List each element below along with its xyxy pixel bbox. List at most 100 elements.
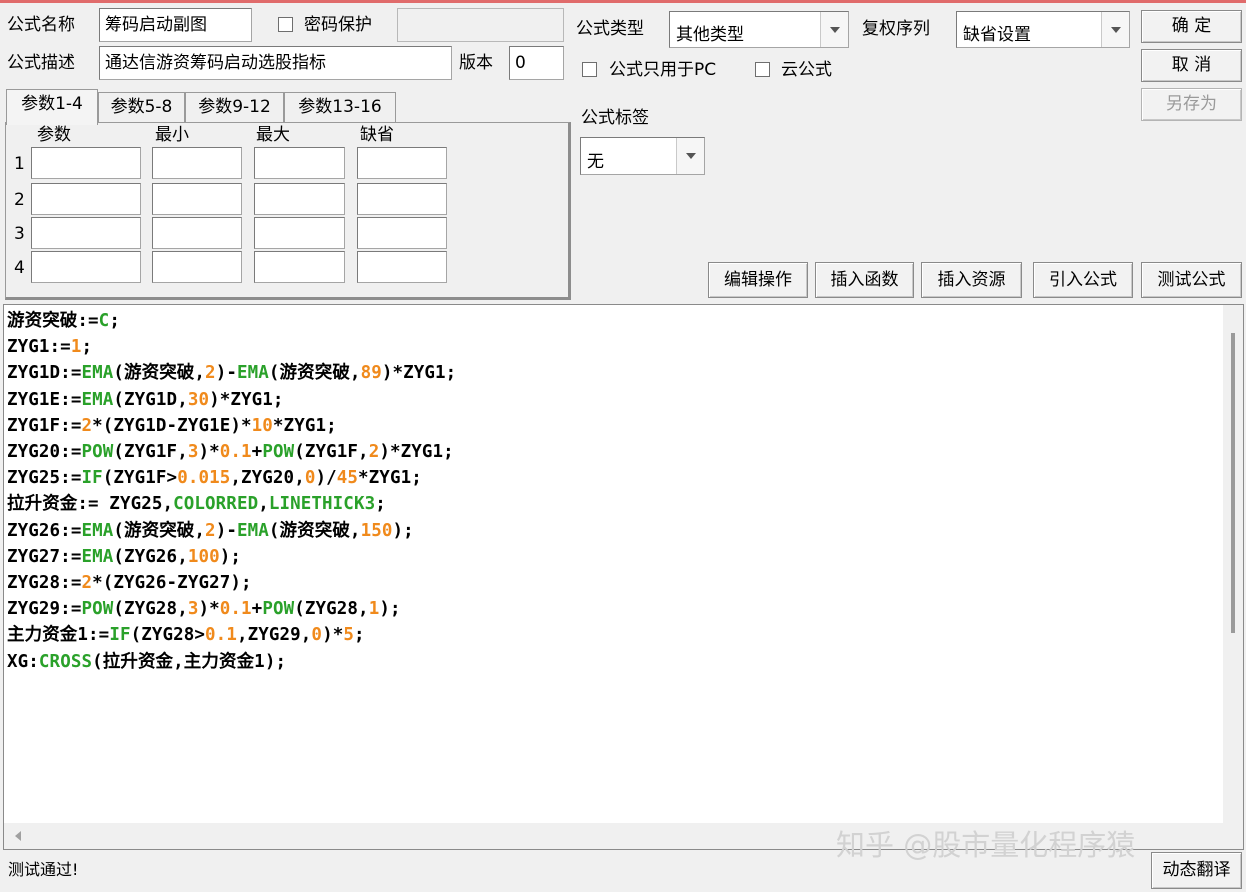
tab-params-13-16[interactable]: 参数13-16	[284, 92, 396, 122]
insert-resource-button[interactable]: 插入资源	[921, 262, 1022, 298]
chevron-down-icon[interactable]	[820, 12, 848, 47]
param-2-max-input[interactable]	[254, 183, 345, 215]
cancel-button[interactable]: 取 消	[1141, 49, 1242, 82]
code-text: *ZYG1;	[358, 468, 422, 489]
code-number: 3	[187, 442, 199, 463]
code-line: ZYG20:=POW(ZYG1F,3)*0.1+POW(ZYG1F,2)*ZYG…	[7, 439, 456, 465]
formula-type-select[interactable]: 其他类型	[669, 11, 849, 48]
formula-code[interactable]: 游资突破:=C; ZYG1:=1; ZYG1D:=EMA(游资突破,2)-EMA(游…	[7, 308, 456, 675]
param-2-name-input[interactable]	[31, 183, 141, 215]
restore-series-select[interactable]: 缺省设置	[956, 11, 1130, 48]
password-input[interactable]	[397, 8, 564, 42]
code-keyword: POW	[81, 442, 114, 463]
code-line: 主力资金1:=IF(ZYG28>0.1,ZYG29,0)*5;	[7, 622, 456, 648]
ok-button[interactable]: 确 定	[1141, 10, 1242, 43]
code-number: 5	[343, 625, 354, 646]
code-text: +	[251, 442, 263, 463]
tab-params-9-12[interactable]: 参数9-12	[185, 92, 284, 122]
param-row-index: 4	[14, 258, 25, 278]
save-as-button[interactable]: 另存为	[1141, 88, 1242, 121]
pc-only-checkbox[interactable]	[582, 62, 597, 77]
formula-tag-select[interactable]: 无	[580, 137, 705, 175]
code-text: (ZYG28,	[113, 599, 188, 620]
version-input[interactable]: 0	[509, 46, 564, 80]
formula-name-label: 公式名称	[7, 15, 75, 35]
param-3-name-input[interactable]	[31, 217, 141, 249]
vertical-scrollbar[interactable]	[1223, 305, 1243, 823]
import-formula-button[interactable]: 引入公式	[1033, 262, 1133, 298]
param-4-min-input[interactable]	[152, 251, 242, 283]
code-text: +	[251, 599, 263, 620]
code-number: 30	[187, 389, 210, 410]
code-text: ZYG1E:=	[7, 389, 82, 410]
param-2-default-input[interactable]	[357, 183, 447, 215]
code-line: ZYG1F:=2*(ZYG1D-ZYG1E)*10*ZYG1;	[7, 413, 456, 439]
password-label: 密码保护	[304, 15, 372, 35]
param-3-default-input[interactable]	[357, 217, 447, 249]
code-keyword: COLORRED	[173, 494, 259, 515]
code-text: *(ZYG26-ZYG27);	[92, 573, 252, 594]
param-row-index: 1	[14, 154, 25, 174]
code-keyword: EMA	[236, 520, 269, 541]
param-row-index: 3	[14, 224, 25, 244]
chevron-down-icon[interactable]	[676, 138, 704, 174]
pc-only-label: 公式只用于PC	[609, 60, 717, 80]
code-text: ;	[109, 311, 120, 331]
param-3-min-input[interactable]	[152, 217, 242, 249]
tab-params-5-8[interactable]: 参数5-8	[98, 92, 185, 122]
code-text: ,ZYG20,	[230, 468, 305, 489]
param-header-max: 最大	[256, 125, 290, 145]
code-text: ;	[81, 337, 93, 358]
formula-type-label: 公式类型	[576, 19, 644, 39]
code-text: (游资突破,	[268, 520, 361, 541]
code-text: (ZYG1D,	[113, 389, 188, 410]
param-2-min-input[interactable]	[152, 183, 242, 215]
code-text: (ZYG1F,	[113, 442, 188, 463]
param-3-max-input[interactable]	[254, 217, 345, 249]
code-number: 2	[205, 363, 216, 384]
test-formula-button[interactable]: 测试公式	[1141, 262, 1242, 298]
param-1-default-input[interactable]	[357, 147, 447, 179]
scrollbar-thumb[interactable]	[1231, 333, 1235, 633]
code-line: ZYG1:=1;	[7, 334, 456, 360]
cloud-formula-checkbox[interactable]	[755, 62, 770, 77]
code-editor[interactable]: 游资突破:=C; ZYG1:=1; ZYG1D:=EMA(游资突破,2)-EMA(游…	[3, 304, 1244, 850]
param-4-max-input[interactable]	[254, 251, 345, 283]
code-line: ZYG26:=EMA(游资突破,2)-EMA(游资突破,150);	[7, 518, 456, 544]
param-4-name-input[interactable]	[31, 251, 141, 283]
formula-tag-value: 无	[587, 152, 604, 172]
formula-name-input[interactable]: 筹码启动副图	[99, 8, 252, 42]
param-1-max-input[interactable]	[254, 147, 345, 179]
code-text: );	[219, 546, 242, 567]
chevron-down-icon[interactable]	[1101, 12, 1129, 47]
param-header-min: 最小	[155, 125, 189, 145]
param-1-min-input[interactable]	[152, 147, 242, 179]
code-text: ZYG1D:=	[7, 363, 82, 384]
code-text: ;	[375, 494, 386, 515]
code-keyword: POW	[262, 442, 295, 463]
formula-desc-input[interactable]: 通达信游资筹码启动选股指标	[99, 46, 452, 80]
tab-params-1-4[interactable]: 参数1-4	[6, 89, 98, 125]
code-number: 2	[205, 520, 216, 541]
code-text: (ZYG1F,	[294, 442, 369, 463]
code-text: )*	[322, 625, 344, 646]
status-text: 测试通过!	[8, 860, 79, 879]
code-number: 2	[81, 573, 93, 594]
scroll-left-icon[interactable]	[15, 831, 21, 841]
code-text: ZYG28:=	[7, 573, 82, 594]
edit-operation-button[interactable]: 编辑操作	[708, 262, 808, 298]
insert-function-button[interactable]: 插入函数	[815, 262, 914, 298]
code-text: ;	[353, 625, 365, 646]
password-checkbox[interactable]	[278, 17, 293, 32]
param-4-default-input[interactable]	[357, 251, 447, 283]
code-number: 2	[81, 415, 93, 436]
param-header-default: 缺省	[360, 125, 394, 145]
code-text: (游资突破,	[268, 363, 361, 384]
param-1-name-input[interactable]	[31, 147, 141, 179]
code-number: 0	[304, 468, 316, 489]
code-line: 拉升资金:= ZYG25,COLORRED,LINETHICK3;	[7, 491, 456, 517]
code-text: 拉升资金:= ZYG25,	[7, 494, 174, 515]
code-text: (游资突破,	[113, 363, 206, 384]
dynamic-translate-button[interactable]: 动态翻译	[1151, 852, 1242, 889]
code-keyword: EMA	[81, 546, 114, 567]
